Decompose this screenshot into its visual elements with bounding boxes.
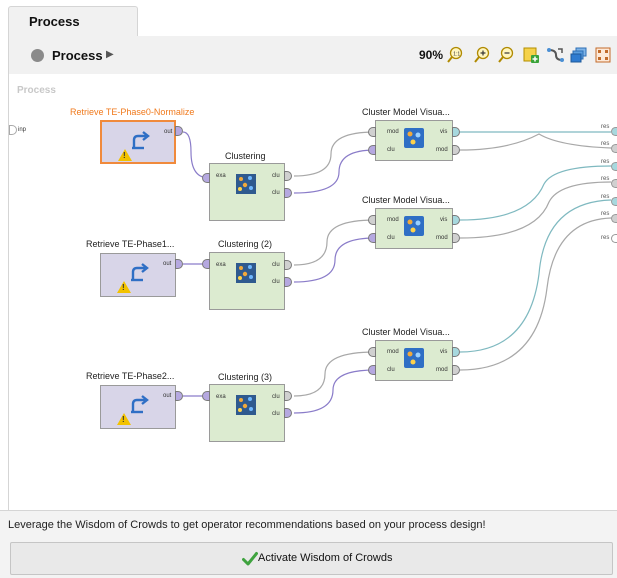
vis0-clu-port[interactable] [368,145,376,155]
operator-clustering[interactable]: exa clu clu [209,163,285,221]
vis1-mod-port[interactable] [368,215,376,225]
retrieve0-title: Retrieve TE-Phase0-Normalize [70,107,195,117]
retrieve1-title: Retrieve TE-Phase1... [86,239,175,249]
operator-clustering-3[interactable]: exa clu clu [209,384,285,442]
clustering-icon [236,395,256,415]
input-port-label: inp [18,127,27,133]
cluster2-exa-port[interactable] [202,391,210,401]
port-label: out [163,261,172,267]
activate-wisdom-button[interactable]: Activate Wisdom of Crowds [10,542,613,575]
zoom-level: 90% [419,48,444,62]
wire-vis0-res1 [459,133,612,151]
process-toolbar: Process ▶ 90% 1:1 [8,36,617,74]
zoom-fit-icon[interactable]: 1:1 [446,46,464,64]
checkmark-icon [242,552,258,566]
vis2-mod-port[interactable] [368,347,376,357]
operator-retrieve0[interactable]: ! out [100,120,176,164]
vis0-title: Cluster Model Visua... [362,107,450,117]
cluster1-exa-port[interactable] [202,259,210,269]
zoom-in-icon[interactable] [473,46,491,64]
vis2-title: Cluster Model Visua... [362,327,450,337]
retrieve-icon [131,395,149,414]
process-root-icon [31,49,44,62]
recommendation-text: Leverage the Wisdom of Crowds to get ope… [8,519,486,531]
cluster0-exa-port[interactable] [202,173,210,183]
result-port[interactable] [611,162,617,171]
process-canvas[interactable]: Process inp Retrieve TE-Phase0-Normalize… [8,74,617,510]
activate-wisdom-label: Activate Wisdom of Crowds [258,552,393,564]
layers-icon[interactable] [570,46,588,64]
clustering-icon [236,174,256,194]
result-port[interactable] [611,127,617,136]
result-port[interactable] [611,214,617,223]
wire-cluster2-vis2-clu [293,369,376,414]
operator-clustering-2[interactable]: exa clu clu [209,252,285,310]
wire-retrieve0-cluster0 [182,131,210,179]
tab-process-label: Process [29,14,80,29]
result-port[interactable] [611,179,617,188]
operator-cluster-model-visualizer[interactable]: mod clu vis mod [375,120,453,161]
operator-cluster-model-visualizer-2[interactable]: mod clu vis mod [375,208,453,249]
visualizer-icon [404,216,424,236]
wire-cluster2-vis2-mod [293,351,376,397]
tab-process[interactable]: Process [8,6,138,36]
operator-retrieve1[interactable]: ! out [100,253,176,297]
vis1-clu-port[interactable] [368,233,376,243]
vis1-title: Cluster Model Visua... [362,195,450,205]
port-label: out [164,129,173,135]
wire-cluster1-vis1-clu [293,237,376,283]
arrange-icon[interactable] [594,46,612,64]
clustering-icon [236,263,256,283]
operator-cluster-model-visualizer-3[interactable]: mod clu vis mod [375,340,453,381]
visualizer-icon [404,348,424,368]
tab-bar: Process [0,0,617,36]
zoom-out-icon[interactable] [497,46,515,64]
add-note-icon[interactable] [522,46,540,64]
cluster1-title: Clustering (2) [218,239,273,249]
breadcrumb-arrow-icon[interactable]: ▶ [106,49,114,60]
vis2-clu-port[interactable] [368,365,376,375]
port-label: out [163,393,172,399]
result-port[interactable] [611,144,617,153]
operator-retrieve2[interactable]: ! out [100,385,176,429]
wire-vis1-res2 [459,165,612,221]
breadcrumb[interactable]: Process [52,48,103,63]
vis0-mod-port[interactable] [368,127,376,137]
auto-wire-icon[interactable] [546,46,564,64]
wire-cluster0-vis0-mod [293,131,376,177]
recommendation-bar: Leverage the Wisdom of Crowds to get ope… [0,510,617,578]
result-port[interactable] [611,234,617,243]
wire-vis1-res3 [459,181,612,239]
result-port[interactable] [611,197,617,206]
cluster2-title: Clustering (3) [218,372,273,382]
cluster0-title: Clustering [225,151,266,161]
svg-text:1:1: 1:1 [453,51,460,57]
wire-cluster0-vis0-clu [293,149,376,194]
visualizer-icon [404,128,424,148]
retrieve-icon [131,263,149,282]
retrieve2-title: Retrieve TE-Phase2... [86,371,175,381]
retrieve-icon [132,131,150,150]
